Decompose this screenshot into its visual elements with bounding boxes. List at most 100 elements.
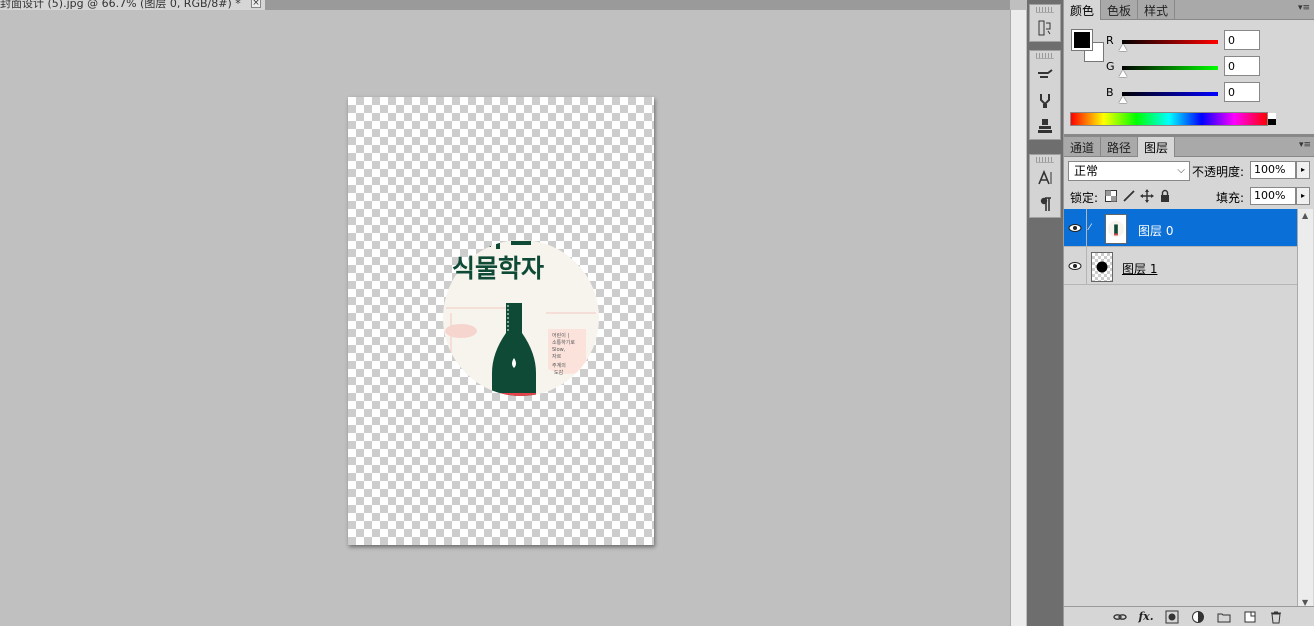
- green-channel-label: G: [1106, 60, 1115, 73]
- layers-scrollbar[interactable]: ▲ ▼: [1297, 209, 1313, 609]
- layer-row-0[interactable]: ⁄ 图层 0: [1064, 209, 1297, 247]
- blend-opacity-row: 正常 ⌵ 不透明度: 100% ▸: [1064, 157, 1314, 183]
- red-value-input[interactable]: [1224, 30, 1260, 50]
- document-canvas[interactable]: 식물학자 어린이 | 소통하기로 Slow, 자르 주계의 도감: [348, 97, 654, 545]
- layers-panel-tabs: 通道 路径 图层 ▾≡: [1064, 137, 1314, 157]
- green-slider-row: G: [1106, 56, 1311, 84]
- lock-fill-row: 锁定: 填充: 100% ▸: [1064, 183, 1314, 209]
- panel-grip[interactable]: [1036, 53, 1054, 59]
- art-label-line: Slow,: [552, 347, 566, 353]
- green-value-input[interactable]: [1224, 56, 1260, 76]
- brushes-button[interactable]: [1030, 61, 1060, 87]
- layer-name[interactable]: 图层 1: [1122, 260, 1157, 277]
- black-white-swatch[interactable]: [1268, 113, 1276, 125]
- tab-channels[interactable]: 通道: [1064, 137, 1102, 156]
- trash-icon[interactable]: [1267, 609, 1285, 625]
- tab-color[interactable]: 颜色: [1064, 0, 1102, 20]
- tool-presets-button[interactable]: [1030, 87, 1060, 113]
- lock-image-pixels-icon[interactable]: [1122, 189, 1136, 203]
- layers-panel-menu-button[interactable]: ▾≡: [1299, 140, 1311, 150]
- fill-dropdown-button[interactable]: ▸: [1296, 187, 1310, 205]
- document-tab-title: 封面设计 (5).jpg @ 66.7% (图层 0, RGB/8#) *: [0, 0, 241, 10]
- blend-mode-select[interactable]: 正常 ⌵: [1068, 161, 1190, 181]
- blue-channel-label: B: [1106, 86, 1114, 99]
- art-label-line: 어린이 |: [552, 332, 569, 339]
- eye-icon[interactable]: [1068, 259, 1082, 273]
- foreground-color-swatch[interactable]: [1071, 29, 1093, 51]
- chevron-down-icon: ⌵: [1177, 165, 1185, 176]
- scroll-up-icon[interactable]: ▲: [1302, 211, 1308, 220]
- opacity-input[interactable]: 100%: [1250, 161, 1296, 179]
- eye-icon[interactable]: [1068, 221, 1082, 235]
- character-icon: [1038, 169, 1052, 185]
- clone-source-button[interactable]: [1030, 113, 1060, 139]
- right-panels: 颜色 色板 样式 ▾≡ R G B 通道 路: [1063, 0, 1314, 626]
- character-button[interactable]: [1030, 165, 1060, 191]
- red-channel-label: R: [1106, 34, 1114, 47]
- panel-grip[interactable]: [1036, 7, 1054, 13]
- link-icon[interactable]: [1111, 609, 1129, 625]
- blend-mode-value: 正常: [1074, 164, 1099, 178]
- layers-list: ⁄ 图层 0 图层 1: [1064, 209, 1297, 609]
- paragraph-button[interactable]: [1030, 191, 1060, 217]
- chain-link-icon: ⁄: [1089, 223, 1091, 233]
- red-slider-track[interactable]: [1122, 40, 1218, 44]
- color-spectrum-bar[interactable]: [1070, 112, 1276, 126]
- row-divider: [1086, 247, 1087, 285]
- paragraph-icon: [1040, 197, 1051, 211]
- layer-thumbnail[interactable]: [1105, 214, 1127, 244]
- tool-presets-icon: [1040, 94, 1050, 108]
- panel-icon-strip: [1027, 0, 1063, 626]
- art-label-line: 도감: [554, 369, 564, 376]
- color-panel-tabs: 颜色 色板 样式 ▾≡: [1064, 0, 1314, 20]
- art-label-line: 자르: [552, 353, 562, 360]
- blue-value-input[interactable]: [1224, 82, 1260, 102]
- tab-styles[interactable]: 样式: [1138, 0, 1176, 19]
- layer-thumbnail[interactable]: [1091, 252, 1113, 282]
- color-panel-menu-button[interactable]: ▾≡: [1298, 3, 1310, 13]
- opacity-dropdown-button[interactable]: ▸: [1296, 161, 1310, 179]
- green-slider-track[interactable]: [1122, 66, 1218, 70]
- brush-tools-group: [1029, 50, 1061, 140]
- panel-grip[interactable]: [1036, 157, 1054, 163]
- art-label-line: 소통하기로: [552, 339, 575, 346]
- fill-label: 填充:: [1216, 191, 1245, 205]
- fill-input[interactable]: 100%: [1250, 187, 1296, 205]
- adjustment-icon[interactable]: [1189, 609, 1207, 625]
- brushes-icon: [1038, 69, 1053, 78]
- clone-source-icon: [1038, 119, 1052, 133]
- close-document-button[interactable]: ×: [251, 0, 261, 8]
- fx-icon[interactable]: fx.: [1137, 609, 1155, 625]
- art-title-text: 식물학자: [452, 254, 544, 283]
- tab-layers[interactable]: 图层: [1138, 137, 1176, 157]
- group-icon[interactable]: [1215, 609, 1233, 625]
- blue-slider-track[interactable]: [1122, 92, 1218, 96]
- green-slider-thumb[interactable]: [1119, 70, 1127, 77]
- red-slider-thumb[interactable]: [1119, 44, 1127, 51]
- history-button[interactable]: [1030, 15, 1060, 41]
- history-icon: [1038, 20, 1051, 36]
- layer-artwork: 식물학자 어린이 | 소통하기로 Slow, 자르 주계의 도감: [443, 240, 599, 396]
- lock-icons: [1104, 189, 1172, 203]
- document-tab[interactable]: 封面设计 (5).jpg @ 66.7% (图层 0, RGB/8#) * ×: [0, 0, 266, 10]
- art-label-line: 주계의: [552, 362, 566, 369]
- layer-name[interactable]: 图层 0: [1138, 222, 1173, 239]
- blue-slider-thumb[interactable]: [1119, 96, 1127, 103]
- layers-panel: 通道 路径 图层 ▾≡ 正常 ⌵ 不透明度: 100% ▸ 锁定: 填充: 10…: [1064, 134, 1314, 626]
- blue-slider-row: B: [1106, 82, 1311, 110]
- lock-position-icon[interactable]: [1140, 189, 1154, 203]
- tab-bar-background: [266, 0, 1010, 10]
- lock-label: 锁定:: [1070, 191, 1099, 205]
- mask-icon[interactable]: [1163, 609, 1181, 625]
- red-slider-row: R: [1106, 30, 1311, 58]
- layer-row-1[interactable]: 图层 1: [1064, 247, 1297, 285]
- layers-footer: fx.: [1064, 606, 1314, 626]
- row-divider: [1086, 209, 1087, 247]
- lock-all-icon[interactable]: [1158, 189, 1172, 203]
- new-layer-icon[interactable]: [1241, 609, 1259, 625]
- lock-transparent-pixels-icon[interactable]: [1104, 189, 1118, 203]
- workspace-vertical-scrollbar[interactable]: [1010, 10, 1026, 626]
- tab-paths[interactable]: 路径: [1101, 137, 1139, 156]
- tab-swatches[interactable]: 色板: [1101, 0, 1139, 19]
- opacity-label: 不透明度:: [1192, 165, 1245, 179]
